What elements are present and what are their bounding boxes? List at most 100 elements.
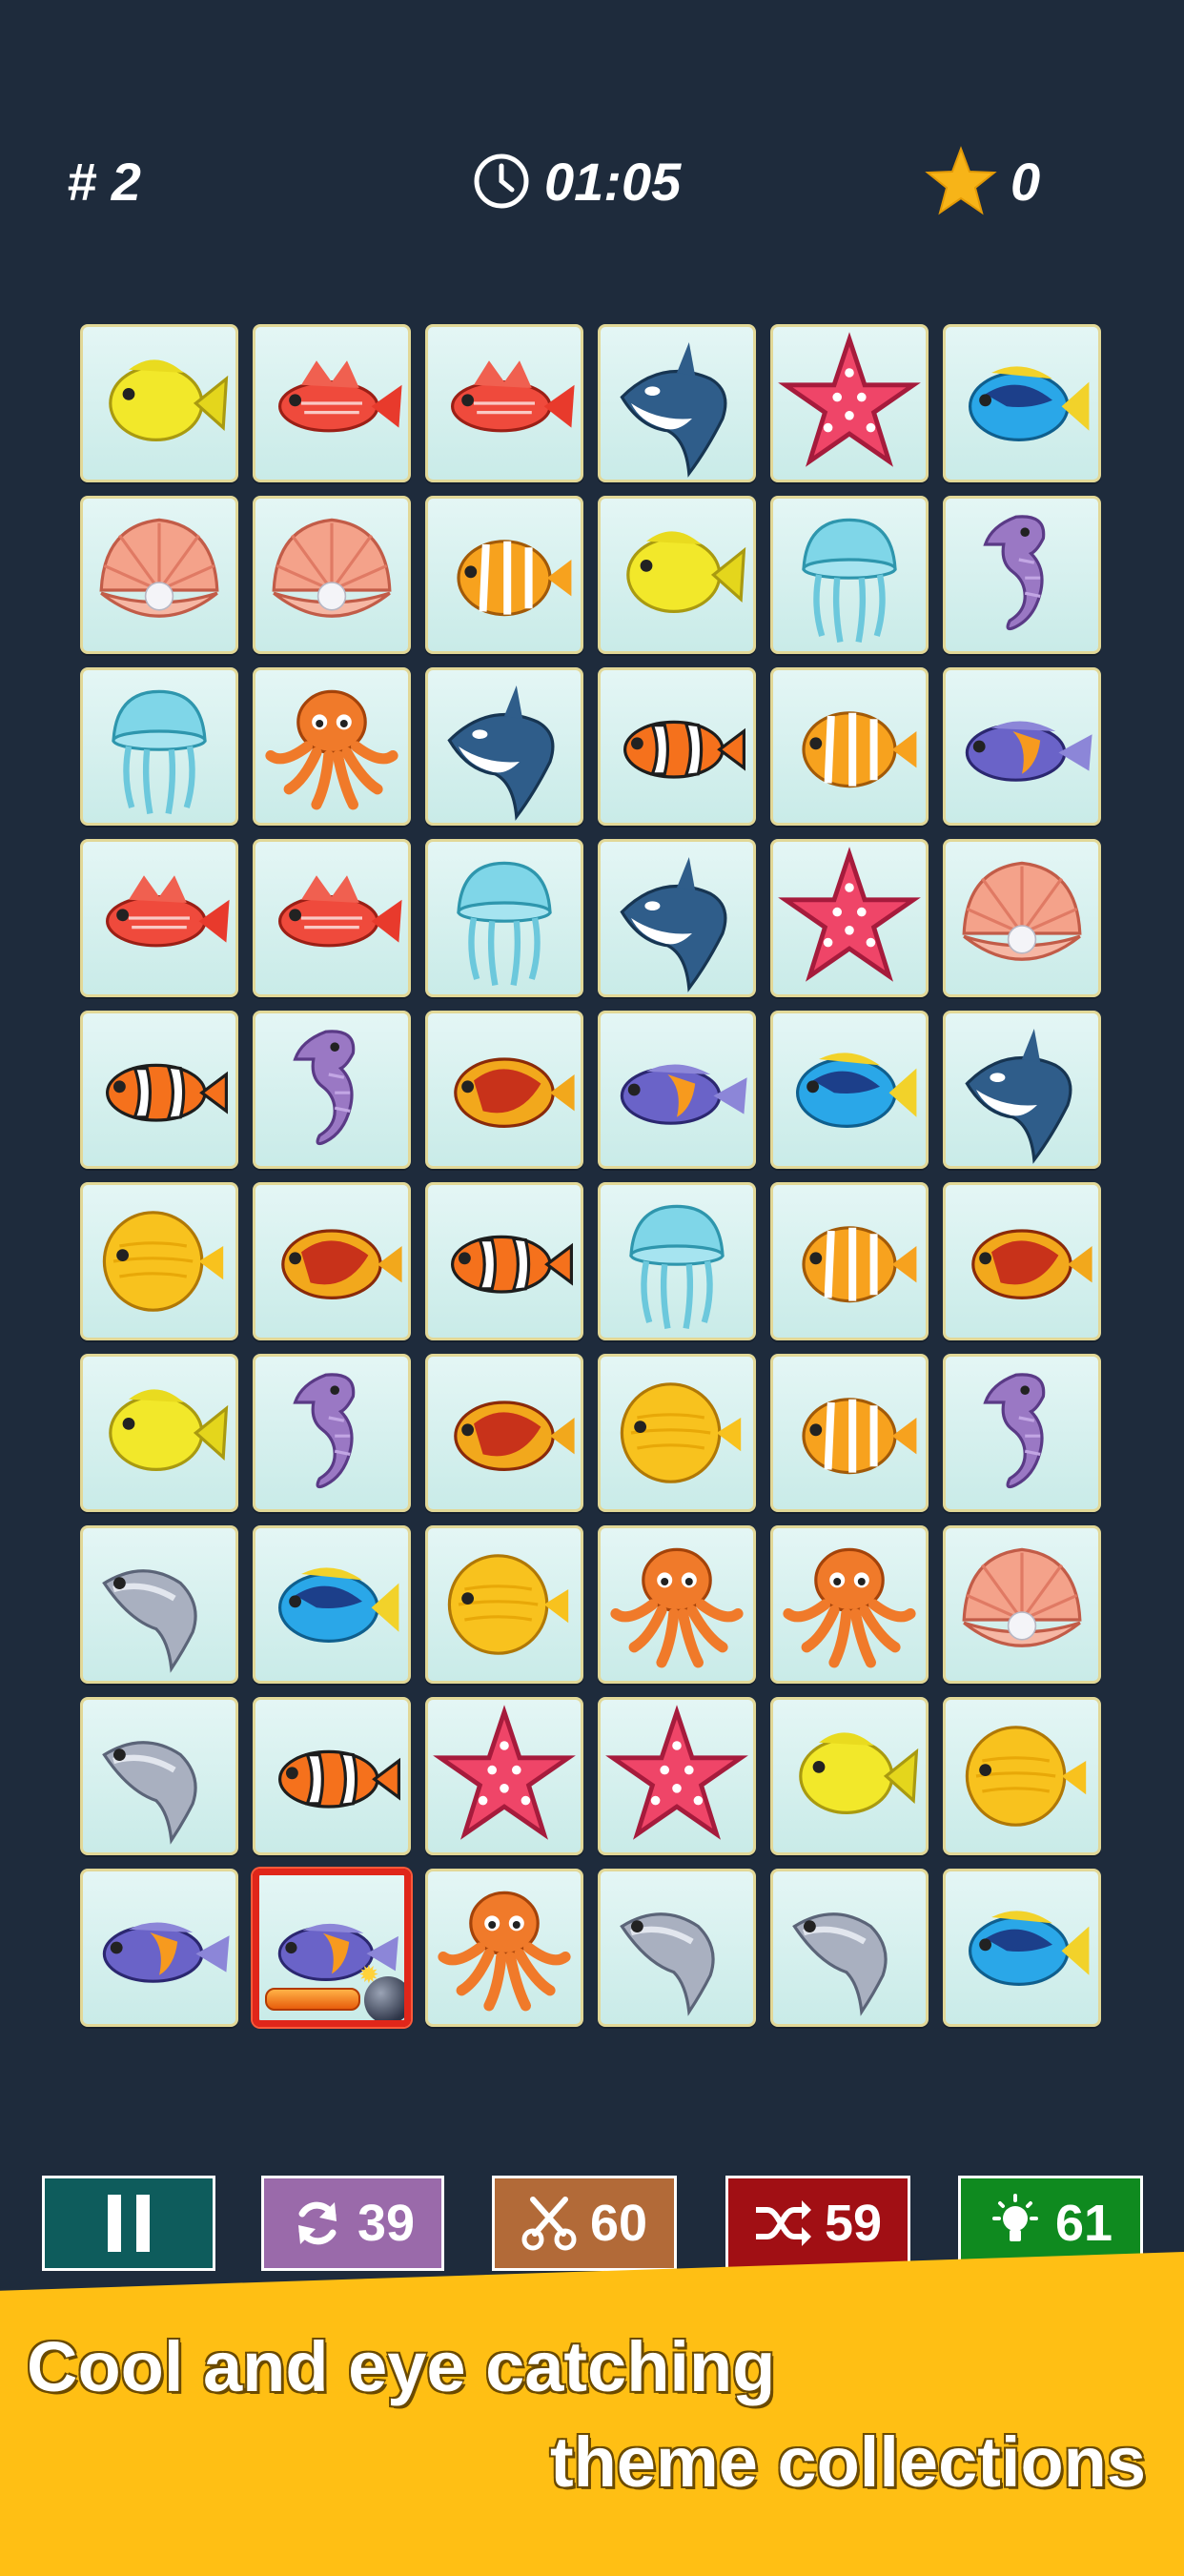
tile-yellow-discus[interactable] <box>425 1525 583 1684</box>
tile-yellow-tang[interactable] <box>770 1697 929 1855</box>
tile-angelfish[interactable] <box>943 667 1101 826</box>
red-butterflyfish-icon <box>454 1400 575 1471</box>
tile-angelfish[interactable]: ✹ <box>253 1869 411 2027</box>
clownfish-icon <box>106 1063 228 1122</box>
tile-orca[interactable] <box>598 324 756 482</box>
promo-banner <box>0 2252 1184 2576</box>
tile-seahorse[interactable] <box>253 1011 411 1169</box>
scissors-icon <box>521 2197 577 2251</box>
tile-sardine[interactable] <box>598 1869 756 2027</box>
tile-octopus[interactable] <box>425 1869 583 2027</box>
tile-red-squirrelfish[interactable] <box>253 324 411 482</box>
tile-sardine[interactable] <box>80 1697 238 1855</box>
tile-starfish[interactable] <box>598 1697 756 1855</box>
pause-button[interactable] <box>42 2176 215 2271</box>
blue-tang-icon <box>796 1053 917 1128</box>
tile-yellow-discus[interactable] <box>80 1182 238 1340</box>
tile-clam-shell[interactable] <box>253 496 411 654</box>
tile-yellow-tang[interactable] <box>80 1354 238 1512</box>
tile-starfish[interactable] <box>770 839 929 997</box>
yellow-tang-icon <box>109 359 229 441</box>
tile-seahorse[interactable] <box>943 1354 1101 1512</box>
tile-octopus[interactable] <box>598 1525 756 1684</box>
tile-jellyfish[interactable] <box>425 839 583 997</box>
starfish-icon <box>778 332 921 467</box>
shuffle-icon <box>755 2200 811 2246</box>
octopus-icon <box>265 689 398 810</box>
timer-value: 01:05 <box>544 151 682 212</box>
clock-icon <box>474 153 529 209</box>
tile-orca[interactable] <box>943 1011 1101 1169</box>
tile-orca[interactable] <box>598 839 756 997</box>
tile-blue-tang[interactable] <box>943 324 1101 482</box>
seahorse-icon <box>293 1030 356 1146</box>
tile-red-squirrelfish[interactable] <box>253 839 411 997</box>
tile-butterflyfish[interactable] <box>770 1182 929 1340</box>
tile-yellow-tang[interactable] <box>598 496 756 654</box>
tile-red-squirrelfish[interactable] <box>80 839 238 997</box>
toolbar: 39 60 59 61 <box>0 2176 1184 2271</box>
tile-octopus[interactable] <box>770 1525 929 1684</box>
yellow-discus-icon <box>620 1382 742 1483</box>
tile-blue-tang[interactable] <box>770 1011 929 1169</box>
tile-jellyfish[interactable] <box>770 496 929 654</box>
tile-octopus[interactable] <box>253 667 411 826</box>
butterflyfish-icon <box>802 1398 917 1475</box>
jellyfish-icon <box>802 518 897 643</box>
scissors-count: 60 <box>589 2195 648 2252</box>
tile-clam-shell[interactable] <box>943 839 1101 997</box>
tile-sardine[interactable] <box>80 1525 238 1684</box>
tile-jellyfish[interactable] <box>80 667 238 826</box>
tile-blue-tang[interactable] <box>253 1525 411 1684</box>
tile-seahorse[interactable] <box>253 1354 411 1512</box>
promo-line-2: theme collections <box>549 2423 1146 2502</box>
tile-clownfish[interactable] <box>253 1697 411 1855</box>
tile-seahorse[interactable] <box>943 496 1101 654</box>
tile-yellow-discus[interactable] <box>598 1354 756 1512</box>
level-indicator: # 2 <box>67 133 141 229</box>
tile-orca[interactable] <box>425 667 583 826</box>
tile-red-butterflyfish[interactable] <box>943 1182 1101 1340</box>
tile-butterflyfish[interactable] <box>425 496 583 654</box>
bomb-icon <box>364 1976 404 2020</box>
tile-angelfish[interactable] <box>598 1011 756 1169</box>
red-squirrelfish-icon <box>106 875 230 948</box>
tile-clownfish[interactable] <box>80 1011 238 1169</box>
tile-yellow-discus[interactable] <box>943 1697 1101 1855</box>
tile-red-butterflyfish[interactable] <box>425 1354 583 1512</box>
tile-clam-shell[interactable] <box>80 496 238 654</box>
tile-red-squirrelfish[interactable] <box>425 324 583 482</box>
tile-starfish[interactable] <box>425 1697 583 1855</box>
scissors-button[interactable]: 60 <box>492 2176 677 2271</box>
orca-icon <box>620 342 727 478</box>
octopus-icon <box>438 1891 571 2012</box>
tile-clownfish[interactable] <box>598 667 756 826</box>
score-value: 0 <box>1010 151 1041 212</box>
tile-butterflyfish[interactable] <box>770 667 929 826</box>
tile-clownfish[interactable] <box>425 1182 583 1340</box>
orca-icon <box>965 1029 1072 1164</box>
red-squirrelfish-icon <box>450 360 575 433</box>
lightbulb-icon <box>991 2194 1038 2241</box>
tile-sardine[interactable] <box>770 1869 929 2027</box>
sardine-icon <box>102 1569 197 1673</box>
tile-red-butterflyfish[interactable] <box>425 1011 583 1169</box>
clam-shell-icon <box>962 861 1082 961</box>
tile-clam-shell[interactable] <box>943 1525 1101 1684</box>
shuffle-button[interactable]: 59 <box>725 2176 910 2271</box>
jellyfish-icon <box>629 1204 725 1329</box>
yellow-discus-icon <box>447 1554 569 1655</box>
octopus-icon <box>783 1547 916 1668</box>
tile-jellyfish[interactable] <box>598 1182 756 1340</box>
tile-angelfish[interactable] <box>80 1869 238 2027</box>
shuffle-count: 59 <box>824 2195 883 2252</box>
tile-butterflyfish[interactable] <box>770 1354 929 1512</box>
angelfish-icon <box>620 1064 747 1125</box>
rotate-button[interactable]: 39 <box>261 2176 444 2271</box>
tile-starfish[interactable] <box>770 324 929 482</box>
tile-red-butterflyfish[interactable] <box>253 1182 411 1340</box>
tile-blue-tang[interactable] <box>943 1869 1101 2027</box>
red-squirrelfish-icon <box>278 360 402 433</box>
tile-yellow-tang[interactable] <box>80 324 238 482</box>
seahorse-icon <box>983 1373 1046 1489</box>
